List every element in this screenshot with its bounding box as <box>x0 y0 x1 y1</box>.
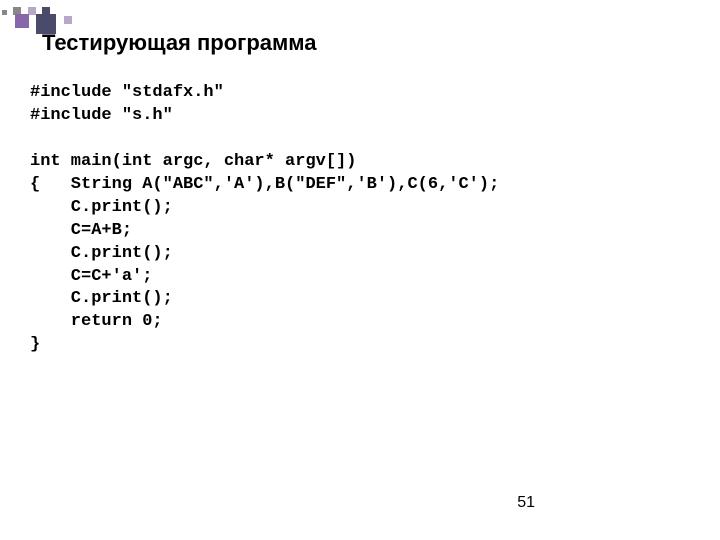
code-listing: #include "stdafx.h" #include "s.h" int m… <box>30 82 499 357</box>
decor-square <box>2 10 7 15</box>
page-number: 51 <box>517 494 535 512</box>
slide-title: Тестирующая программа <box>42 30 317 56</box>
decor-square <box>64 16 72 24</box>
decor-square <box>15 14 29 28</box>
